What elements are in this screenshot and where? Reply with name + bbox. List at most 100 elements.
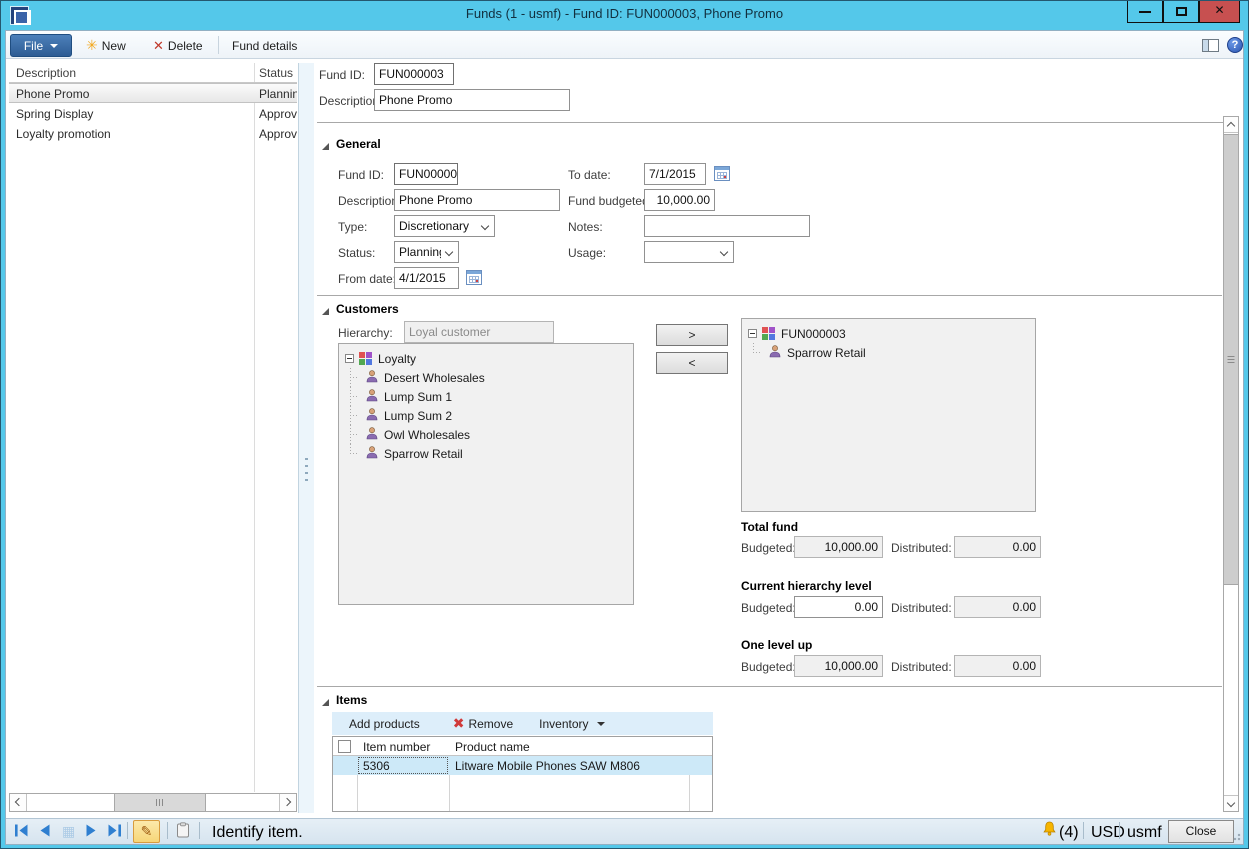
column-header-status[interactable]: Status (259, 66, 297, 80)
section-expander-icon[interactable] (322, 308, 329, 315)
fund-row-selected[interactable]: Phone Promo Planning (9, 83, 297, 103)
remove-x-icon (453, 715, 465, 732)
company-indicator[interactable]: usmf (1127, 824, 1162, 842)
resize-grip[interactable] (1233, 831, 1243, 841)
vertical-scrollbar[interactable] (1223, 116, 1239, 812)
help-icon[interactable] (1227, 37, 1243, 53)
current-budgeted-field[interactable]: 0.00 (794, 596, 883, 618)
titlebar: Funds (1 - usmf) - Fund ID: FUN000003, P… (5, 1, 1244, 30)
fund-list-header[interactable]: Description Status (9, 63, 297, 83)
tree-collapse-icon[interactable] (345, 354, 354, 363)
first-record-button[interactable] (14, 824, 29, 842)
description-label: Description: (319, 90, 382, 111)
fund-budgeted-field[interactable]: 10,000.00 (644, 189, 715, 211)
tree-node-customer[interactable]: Lump Sum 1 (339, 387, 633, 406)
fund-id-field[interactable]: FUN000003 (374, 63, 454, 85)
status-bar (6, 818, 1243, 844)
general-description-field[interactable]: Phone Promo (394, 189, 560, 211)
previous-record-button[interactable] (38, 824, 51, 842)
to-date-field[interactable]: 7/1/2015 (644, 163, 706, 185)
remove-button[interactable]: Remove (453, 715, 513, 732)
category-grid-icon (359, 352, 372, 365)
item-number-cell: 5306 (363, 759, 390, 773)
budgeted-label: Budgeted: (741, 597, 796, 618)
from-date-field[interactable]: 4/1/2015 (394, 267, 459, 289)
column-header-product-name[interactable]: Product name (455, 740, 530, 754)
total-fund-title: Total fund (741, 520, 798, 534)
move-right-button[interactable]: > (656, 324, 728, 346)
budgeted-label: Budgeted: (741, 656, 796, 677)
person-icon (366, 389, 378, 405)
item-row-selected[interactable]: 5306 Litware Mobile Phones SAW M806 (333, 756, 712, 775)
description-field[interactable]: Phone Promo (374, 89, 570, 111)
category-grid-icon (762, 327, 775, 340)
grid-view-icon[interactable]: ▦ (62, 825, 75, 837)
section-customers-title: Customers (336, 302, 399, 316)
separator (317, 295, 1222, 296)
statusbar-separator (127, 822, 128, 839)
next-record-button[interactable] (85, 824, 98, 842)
maximize-button[interactable] (1163, 1, 1199, 23)
tree-node-customer[interactable]: Desert Wholesales (339, 368, 633, 387)
section-expander-icon[interactable] (322, 143, 329, 150)
notes-field[interactable] (644, 215, 810, 237)
tree-node-customer[interactable]: Sparrow Retail (742, 343, 1035, 362)
scroll-up-button[interactable] (1224, 117, 1238, 133)
toolbar-separator (218, 36, 219, 54)
tree-node-root[interactable]: FUN000003 (742, 324, 1035, 343)
close-window-button[interactable] (1199, 1, 1240, 23)
fund-row[interactable]: Spring Display Approved (9, 104, 297, 124)
customer-source-tree[interactable]: Loyalty Desert Wholesales Lump Sum 1 Lum… (338, 343, 634, 605)
items-grid-header: Item number Product name (333, 737, 712, 756)
scrollbar-thumb[interactable] (1224, 134, 1238, 585)
layout-panes-icon[interactable] (1202, 39, 1219, 52)
last-record-button[interactable] (107, 824, 122, 842)
inventory-menu-button[interactable]: Inventory (539, 717, 604, 731)
tab-fund-details[interactable]: Fund details (228, 35, 301, 56)
tree-node-customer[interactable]: Lump Sum 2 (339, 406, 633, 425)
grip-dot (305, 465, 308, 467)
move-left-button[interactable]: < (656, 352, 728, 374)
calendar-icon[interactable] (466, 270, 482, 285)
scrollbar-thumb[interactable] (114, 794, 206, 811)
clipboard-icon[interactable] (176, 822, 190, 843)
column-header-description[interactable]: Description (16, 66, 76, 80)
scroll-down-button[interactable] (1224, 795, 1238, 811)
bell-icon[interactable] (1042, 821, 1057, 842)
new-button[interactable]: New (82, 35, 130, 56)
fund-row[interactable]: Loyalty promotion Approved (9, 124, 297, 144)
usage-select[interactable] (644, 241, 734, 263)
file-menu-button[interactable]: File (10, 34, 72, 57)
panel-splitter[interactable] (298, 63, 314, 813)
select-all-checkbox[interactable] (338, 740, 351, 753)
type-select[interactable]: Discretionary (394, 215, 495, 237)
section-expander-icon[interactable] (322, 699, 329, 706)
tree-item-label: Lump Sum 2 (384, 409, 452, 423)
main-toolbar: File New Delete Fund details (6, 31, 1243, 59)
distributed-label: Distributed: (891, 656, 952, 677)
scroll-right-button[interactable] (279, 794, 296, 811)
scroll-left-button[interactable] (10, 794, 27, 811)
customer-target-tree[interactable]: FUN000003 Sparrow Retail (741, 318, 1036, 512)
fund-details-label: Fund details (232, 39, 297, 53)
edit-mode-button[interactable] (133, 820, 160, 843)
close-form-button[interactable]: Close (1168, 820, 1234, 843)
chevron-down-icon (597, 722, 605, 726)
tree-collapse-icon[interactable] (748, 329, 757, 338)
tree-node-customer[interactable]: Sparrow Retail (339, 444, 633, 463)
type-label: Type: (338, 216, 367, 237)
to-date-label: To date: (568, 164, 611, 185)
person-icon (366, 370, 378, 386)
new-icon (86, 37, 98, 54)
notification-count[interactable]: (4) (1059, 824, 1079, 842)
general-fund-id-field[interactable]: FUN000003 (394, 163, 458, 185)
delete-button[interactable]: Delete (149, 35, 207, 56)
column-header-item-number[interactable]: Item number (363, 740, 430, 754)
add-products-button[interactable]: Add products (349, 717, 420, 731)
minimize-button[interactable] (1127, 1, 1163, 23)
calendar-icon[interactable] (714, 166, 730, 181)
tree-node-customer[interactable]: Owl Wholesales (339, 425, 633, 444)
horizontal-scrollbar[interactable] (9, 793, 297, 812)
status-select[interactable]: Planning (394, 241, 459, 263)
tree-node-root[interactable]: Loyalty (339, 349, 633, 368)
